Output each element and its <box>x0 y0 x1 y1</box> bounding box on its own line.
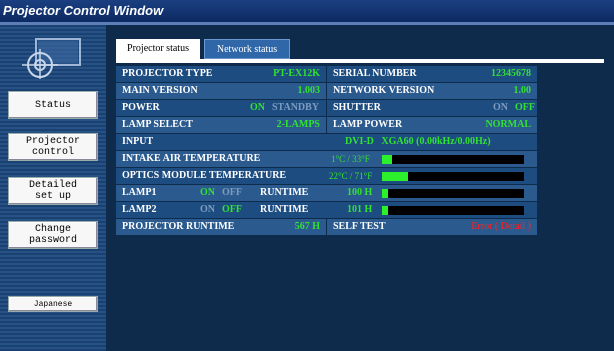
main-version-value: 1.003 <box>256 83 326 99</box>
power-states: ON STANDBY <box>236 100 326 116</box>
table-row: PROJECTOR TYPE PT-EX12K SERIAL NUMBER 12… <box>116 66 537 83</box>
detailed-setup-button[interactable]: Detailed set up <box>8 177 98 205</box>
projector-runtime-value: 567 H <box>256 219 326 235</box>
shutter-off-state: OFF <box>515 102 535 113</box>
table-row: PROJECTOR RUNTIME 567 H SELF TEST Error … <box>116 219 537 236</box>
change-password-button[interactable]: Change password <box>8 221 98 249</box>
power-label: POWER <box>116 100 236 116</box>
lamp1-states: ON OFF <box>186 185 256 201</box>
lamp2-runtime-gauge <box>382 206 524 215</box>
projector-logo-icon <box>22 38 81 79</box>
window-title: Projector Control Window <box>0 0 614 22</box>
lamp-select-value: 2-LAMPS <box>256 117 326 133</box>
serial-number-value: 12345678 <box>437 66 537 82</box>
lamp1-off-state: OFF <box>222 187 242 198</box>
lamp1-runtime-label: RUNTIME <box>256 185 327 201</box>
tab-network-status[interactable]: Network status <box>204 39 290 59</box>
serial-number-label: SERIAL NUMBER <box>327 66 437 82</box>
projector-type-value: PT-EX12K <box>256 66 326 82</box>
input-value: DVI-D XGA60 (0.00kHz/0.00Hz) <box>327 134 537 150</box>
table-row: OPTICS MODULE TEMPERATURE 22°C / 71°F <box>116 168 537 185</box>
intake-temp-gauge-fill <box>382 155 392 164</box>
tab-underline <box>116 59 604 63</box>
main-version-label: MAIN VERSION <box>116 83 256 99</box>
lamp-select-label: LAMP SELECT <box>116 117 256 133</box>
status-button[interactable]: Status <box>8 91 98 119</box>
intake-temp-gauge <box>382 155 524 164</box>
japanese-language-button[interactable]: Japanese <box>8 296 98 312</box>
lamp1-runtime-gauge-fill <box>382 189 388 198</box>
power-standby-state: STANDBY <box>272 102 320 113</box>
table-row: LAMP SELECT 2-LAMPS LAMP POWER NORMAL <box>116 117 537 134</box>
network-version-value: 1.00 <box>437 83 537 99</box>
lamp1-runtime-gauge <box>382 189 524 198</box>
lamp2-on-state: ON <box>200 204 215 215</box>
lamp1-on-state: ON <box>200 187 215 198</box>
intake-temp-label: INTAKE AIR TEMPERATURE <box>116 151 327 167</box>
table-row: INPUT DVI-D XGA60 (0.00kHz/0.00Hz) <box>116 134 537 151</box>
tab-bar: Projector status Network status <box>106 25 614 67</box>
power-on-state: ON <box>250 102 265 113</box>
lamp2-off-state: OFF <box>222 204 242 215</box>
self-test-label: SELF TEST <box>327 219 437 235</box>
lamp2-runtime-label: RUNTIME <box>256 202 327 218</box>
table-row: POWER ON STANDBY SHUTTER ON OFF <box>116 100 537 117</box>
projector-control-button[interactable]: Projector control <box>8 133 98 161</box>
lamp2-label: LAMP2 <box>116 202 186 218</box>
network-version-label: NETWORK VERSION <box>327 83 437 99</box>
optics-temp-gauge <box>382 172 524 181</box>
lamp1-label: LAMP1 <box>116 185 186 201</box>
main-panel: Projector status Network status PROJECTO… <box>106 25 614 351</box>
tab-projector-status[interactable]: Projector status <box>116 39 200 59</box>
table-row: LAMP1 ON OFF RUNTIME 100 H <box>116 185 537 202</box>
projector-type-label: PROJECTOR TYPE <box>116 66 256 82</box>
shutter-label: SHUTTER <box>327 100 437 116</box>
lamp-power-label: LAMP POWER <box>327 117 437 133</box>
self-test-error-link[interactable]: Error ( Detail ) <box>437 219 537 235</box>
optics-temp-gauge-fill <box>382 172 408 181</box>
lamp2-states: ON OFF <box>186 202 256 218</box>
lamp-power-value: NORMAL <box>437 117 537 133</box>
sidebar: Status Projector control Detailed set up… <box>0 25 106 351</box>
table-row: INTAKE AIR TEMPERATURE 1°C / 33°F <box>116 151 537 168</box>
table-row: MAIN VERSION 1.003 NETWORK VERSION 1.00 <box>116 83 537 100</box>
table-row: LAMP2 ON OFF RUNTIME 101 H <box>116 202 537 219</box>
input-label: INPUT <box>116 134 327 150</box>
optics-temp-label: OPTICS MODULE TEMPERATURE <box>116 168 327 184</box>
projector-runtime-label: PROJECTOR RUNTIME <box>116 219 256 235</box>
lamp2-runtime-gauge-fill <box>382 206 388 215</box>
shutter-states: ON OFF <box>437 100 537 116</box>
shutter-on-state: ON <box>493 102 508 113</box>
